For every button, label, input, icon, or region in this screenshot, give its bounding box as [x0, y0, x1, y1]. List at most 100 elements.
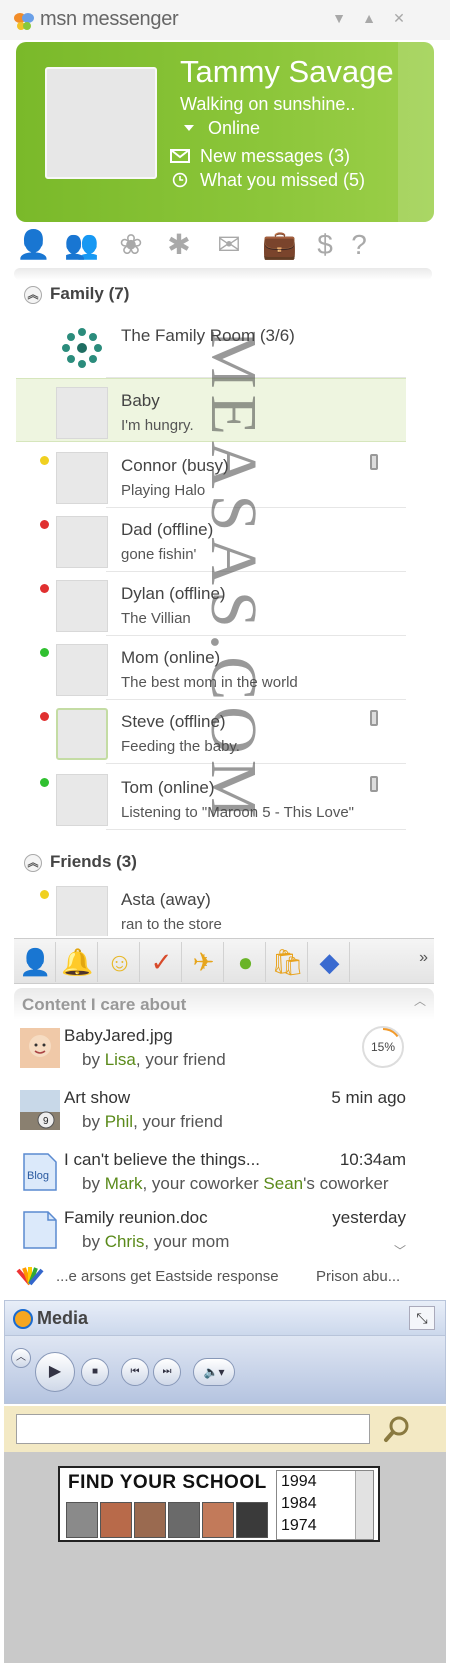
chevron-up-icon[interactable]: ︿	[414, 992, 426, 1009]
nbc-icon[interactable]: ◆	[310, 942, 350, 982]
personal-message[interactable]: Walking on sunshine..	[180, 94, 355, 115]
author-link[interactable]: Chris	[105, 1232, 145, 1251]
butterfly-icon[interactable]: ❀	[114, 228, 148, 262]
contact-message: The best mom in the world	[121, 674, 298, 691]
collapse-icon[interactable]: ︽	[24, 286, 42, 304]
news-item[interactable]: ...e arsons get Eastside response	[56, 1268, 279, 1285]
group-name: Family (7)	[50, 284, 130, 303]
content-item-title: BabyJared.jpg	[64, 1026, 173, 1045]
briefcase-icon[interactable]: 💼	[262, 228, 297, 262]
news-ticker[interactable]: ...e arsons get Eastside response Prison…	[10, 1262, 440, 1292]
what-you-missed-link[interactable]: What you missed (5)	[170, 170, 365, 191]
search-bar	[4, 1406, 446, 1452]
status-dot-offline	[40, 584, 49, 593]
collapse-icon[interactable]: ︽	[24, 854, 42, 872]
content-item-time: yesterday	[332, 1208, 406, 1227]
avatar	[56, 452, 108, 504]
ad-title: FIND YOUR SCHOOL	[68, 1472, 267, 1493]
menu-dropdown-icon[interactable]: ▼	[330, 9, 348, 27]
collapse-media-button[interactable]: ︿	[11, 1348, 31, 1368]
contact-dad[interactable]: Dad (offline) gone fishin'	[16, 508, 406, 572]
what-you-missed-label: What you missed (5)	[200, 170, 366, 190]
document-icon	[23, 1211, 57, 1249]
contact-tom[interactable]: Tom (online) Listening to "Maroon 5 - Th…	[16, 766, 406, 830]
content-item[interactable]: BabyJared.jpg by Lisa, your friend 15%	[14, 1022, 434, 1082]
content-item[interactable]: Family reunion.doc yesterday by Chris, y…	[14, 1204, 434, 1264]
contact-asta[interactable]: Asta (away) ran to the store	[16, 878, 406, 936]
status-selector[interactable]: Online	[180, 118, 260, 139]
xbox-icon[interactable]: ●	[226, 942, 266, 982]
contacts-icon[interactable]: 👤	[16, 228, 51, 262]
plane-icon[interactable]: ✈	[184, 942, 224, 982]
content-item-author: by Phil, your friend	[82, 1112, 223, 1132]
contact-message: ran to the store	[121, 916, 222, 933]
by-label: by	[82, 1112, 100, 1131]
messenger-icon[interactable]: 👤	[16, 942, 56, 982]
close-icon[interactable]: ✕	[390, 9, 408, 27]
search-input[interactable]	[16, 1414, 370, 1444]
year-option[interactable]: 1984	[281, 1495, 317, 1513]
avatar	[56, 580, 108, 632]
maximize-icon[interactable]: ▲	[360, 9, 378, 27]
msn-butterfly-icon	[14, 13, 34, 30]
author-link[interactable]: Lisa	[105, 1050, 136, 1069]
contact-mom[interactable]: Mom (online) The best mom in the world	[16, 636, 406, 700]
art-thumbnail-icon: 9	[20, 1090, 60, 1130]
group-header-friends[interactable]: ︽ Friends (3)	[24, 852, 137, 872]
status-dot-online	[40, 778, 49, 787]
advertisement[interactable]: FIND YOUR SCHOOL 1994 1984 1974	[58, 1466, 380, 1542]
news-item[interactable]: Prison abu...	[316, 1268, 400, 1285]
clock-icon	[172, 172, 188, 188]
groups-icon[interactable]: 👥	[64, 228, 99, 262]
mail-icon	[170, 149, 190, 163]
new-messages-link[interactable]: New messages (3)	[170, 146, 350, 167]
profile-shine	[398, 42, 434, 222]
previous-button[interactable]: ⏮	[121, 1358, 149, 1386]
display-picture[interactable]	[45, 67, 157, 179]
content-item-author: by Lisa, your friend	[82, 1050, 226, 1070]
author-link[interactable]: Mark	[105, 1174, 143, 1193]
shopping-bag-icon[interactable]: 🛍	[268, 942, 308, 982]
next-button[interactable]: ⏭	[153, 1358, 181, 1386]
content-title: Content I care about	[22, 995, 187, 1014]
contact-dylan[interactable]: Dylan (offline) The Villian	[16, 572, 406, 636]
avatar	[56, 387, 108, 439]
play-button[interactable]: ▶	[35, 1352, 75, 1392]
contact-baby[interactable]: Baby I'm hungry.	[16, 378, 406, 442]
group-header-family[interactable]: ︽ Family (7)	[24, 284, 129, 304]
year-option[interactable]: 1974	[281, 1517, 317, 1535]
more-apps-button[interactable]: »	[419, 949, 428, 967]
spaces-icon[interactable]: ✱	[162, 228, 196, 262]
author-link-2[interactable]: Sean	[263, 1174, 303, 1193]
content-item-title: Family reunion.doc	[64, 1208, 208, 1227]
contact-message: gone fishin'	[121, 546, 197, 563]
avatar	[56, 708, 108, 760]
search-icon[interactable]	[382, 1414, 412, 1444]
money-icon[interactable]: $	[308, 228, 342, 262]
avatar	[56, 886, 108, 936]
scrollbar[interactable]	[355, 1471, 373, 1539]
smiley-icon[interactable]: ☺	[100, 942, 140, 982]
contact-name: Baby	[121, 391, 160, 410]
scroll-down-icon[interactable]: ﹀	[394, 1242, 406, 1259]
content-item[interactable]: 9 Art show 5 min ago by Phil, your frien…	[14, 1084, 434, 1144]
help-icon[interactable]: ?	[342, 228, 376, 262]
content-item-time: 10:34am	[339, 1150, 406, 1169]
stop-button[interactable]: ■	[81, 1358, 109, 1386]
contact-steve[interactable]: Steve (offline) Feeding the baby.	[16, 700, 406, 764]
face-photo	[66, 1502, 98, 1538]
contact-family-room[interactable]: The Family Room (3/6)	[16, 314, 406, 378]
year-option[interactable]: 1994	[281, 1473, 317, 1491]
expand-icon[interactable]: ⤡	[409, 1306, 435, 1330]
year-list[interactable]: 1994 1984 1974	[276, 1470, 374, 1540]
mail-icon[interactable]: ✉	[212, 228, 246, 262]
author-link[interactable]: Phil	[105, 1112, 133, 1131]
face-photo	[100, 1502, 132, 1538]
bell-icon[interactable]: 🔔	[58, 942, 98, 982]
contact-connor[interactable]: Connor (busy) Playing Halo	[16, 444, 406, 508]
user-name[interactable]: Tammy Savage	[180, 54, 394, 90]
relation-label: , your friend	[135, 1050, 226, 1069]
content-item[interactable]: Blog I can't believe the things... 10:34…	[14, 1146, 434, 1206]
volume-button[interactable]: 🔈▾	[193, 1358, 235, 1386]
msn-butterfly-icon[interactable]: ✓	[142, 942, 182, 982]
